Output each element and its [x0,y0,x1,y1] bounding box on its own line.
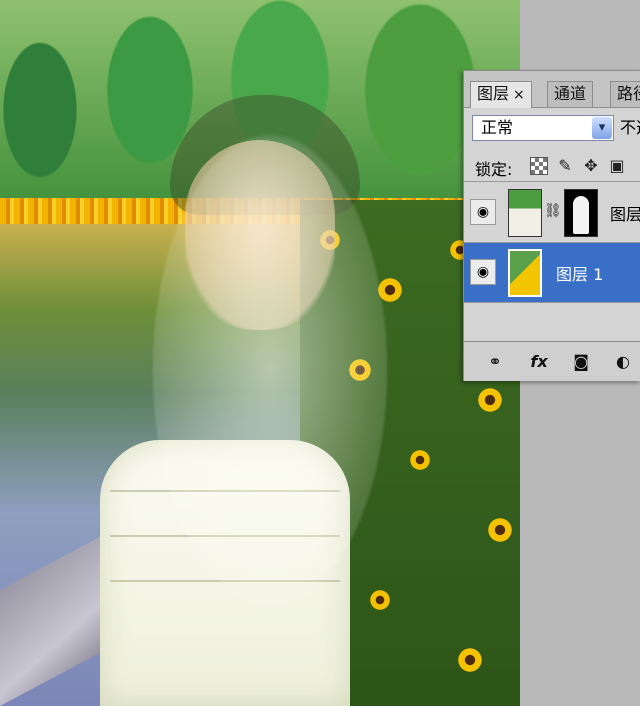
eye-icon[interactable]: ◉ [470,199,496,225]
layer-thumbnail[interactable] [508,189,542,237]
tab-channels-label: 通道 [554,84,587,103]
lock-row: 锁定: ✎ ✥ ▣ [464,153,640,182]
blend-mode-value: 正常 [481,118,514,137]
fx-icon[interactable]: fx [526,352,552,372]
blend-mode-select[interactable]: 正常 ▾ [472,115,614,141]
close-icon[interactable]: × [513,87,525,103]
brush-icon[interactable]: ✎ [556,157,574,175]
chain-icon[interactable]: ⛓ [544,203,562,219]
opacity-label: 不透明度 [620,118,640,137]
blend-row: 正常 ▾ 不透明度 [464,109,640,149]
layer-name: 图层 1 [556,265,604,284]
tab-paths[interactable]: 路径 [610,81,640,107]
lock-transparency-icon[interactable] [530,157,548,175]
layer-row[interactable]: ◉ ⛓ 图层 [464,183,640,243]
layer-mask-thumbnail[interactable] [564,189,598,237]
lock-label: 锁定: [475,160,513,179]
tab-layers-label: 图层 [477,84,510,103]
layers-panel: 图层× 通道 路径 正常 ▾ 不透明度 锁定: ✎ ✥ ▣ ◉ ⛓ 图层 ◉ 图… [463,70,640,381]
layer-thumbnail[interactable] [508,249,542,297]
tab-paths-label: 路径 [617,84,640,103]
layer-name: 图层 [610,205,640,224]
tab-layers[interactable]: 图层 × [470,81,532,108]
eye-icon[interactable]: ◉ [470,259,496,285]
adjustment-icon[interactable]: ◐ [610,352,636,372]
tab-channels[interactable]: 通道 [547,81,594,107]
layer-row-selected[interactable]: ◉ 图层 1 [464,243,640,303]
move-icon[interactable]: ✥ [582,157,600,175]
lock-icon[interactable]: ▣ [608,157,626,175]
chevron-down-icon[interactable]: ▾ [592,117,612,139]
panel-tabs: 图层× 通道 路径 [464,71,640,108]
mask-icon[interactable]: ◙ [568,352,594,372]
panel-bottom-bar: ⚭ fx ◙ ◐ [464,341,640,381]
bridal-veil [105,40,435,700]
link-icon[interactable]: ⚭ [482,352,508,372]
document-canvas[interactable] [0,0,520,706]
